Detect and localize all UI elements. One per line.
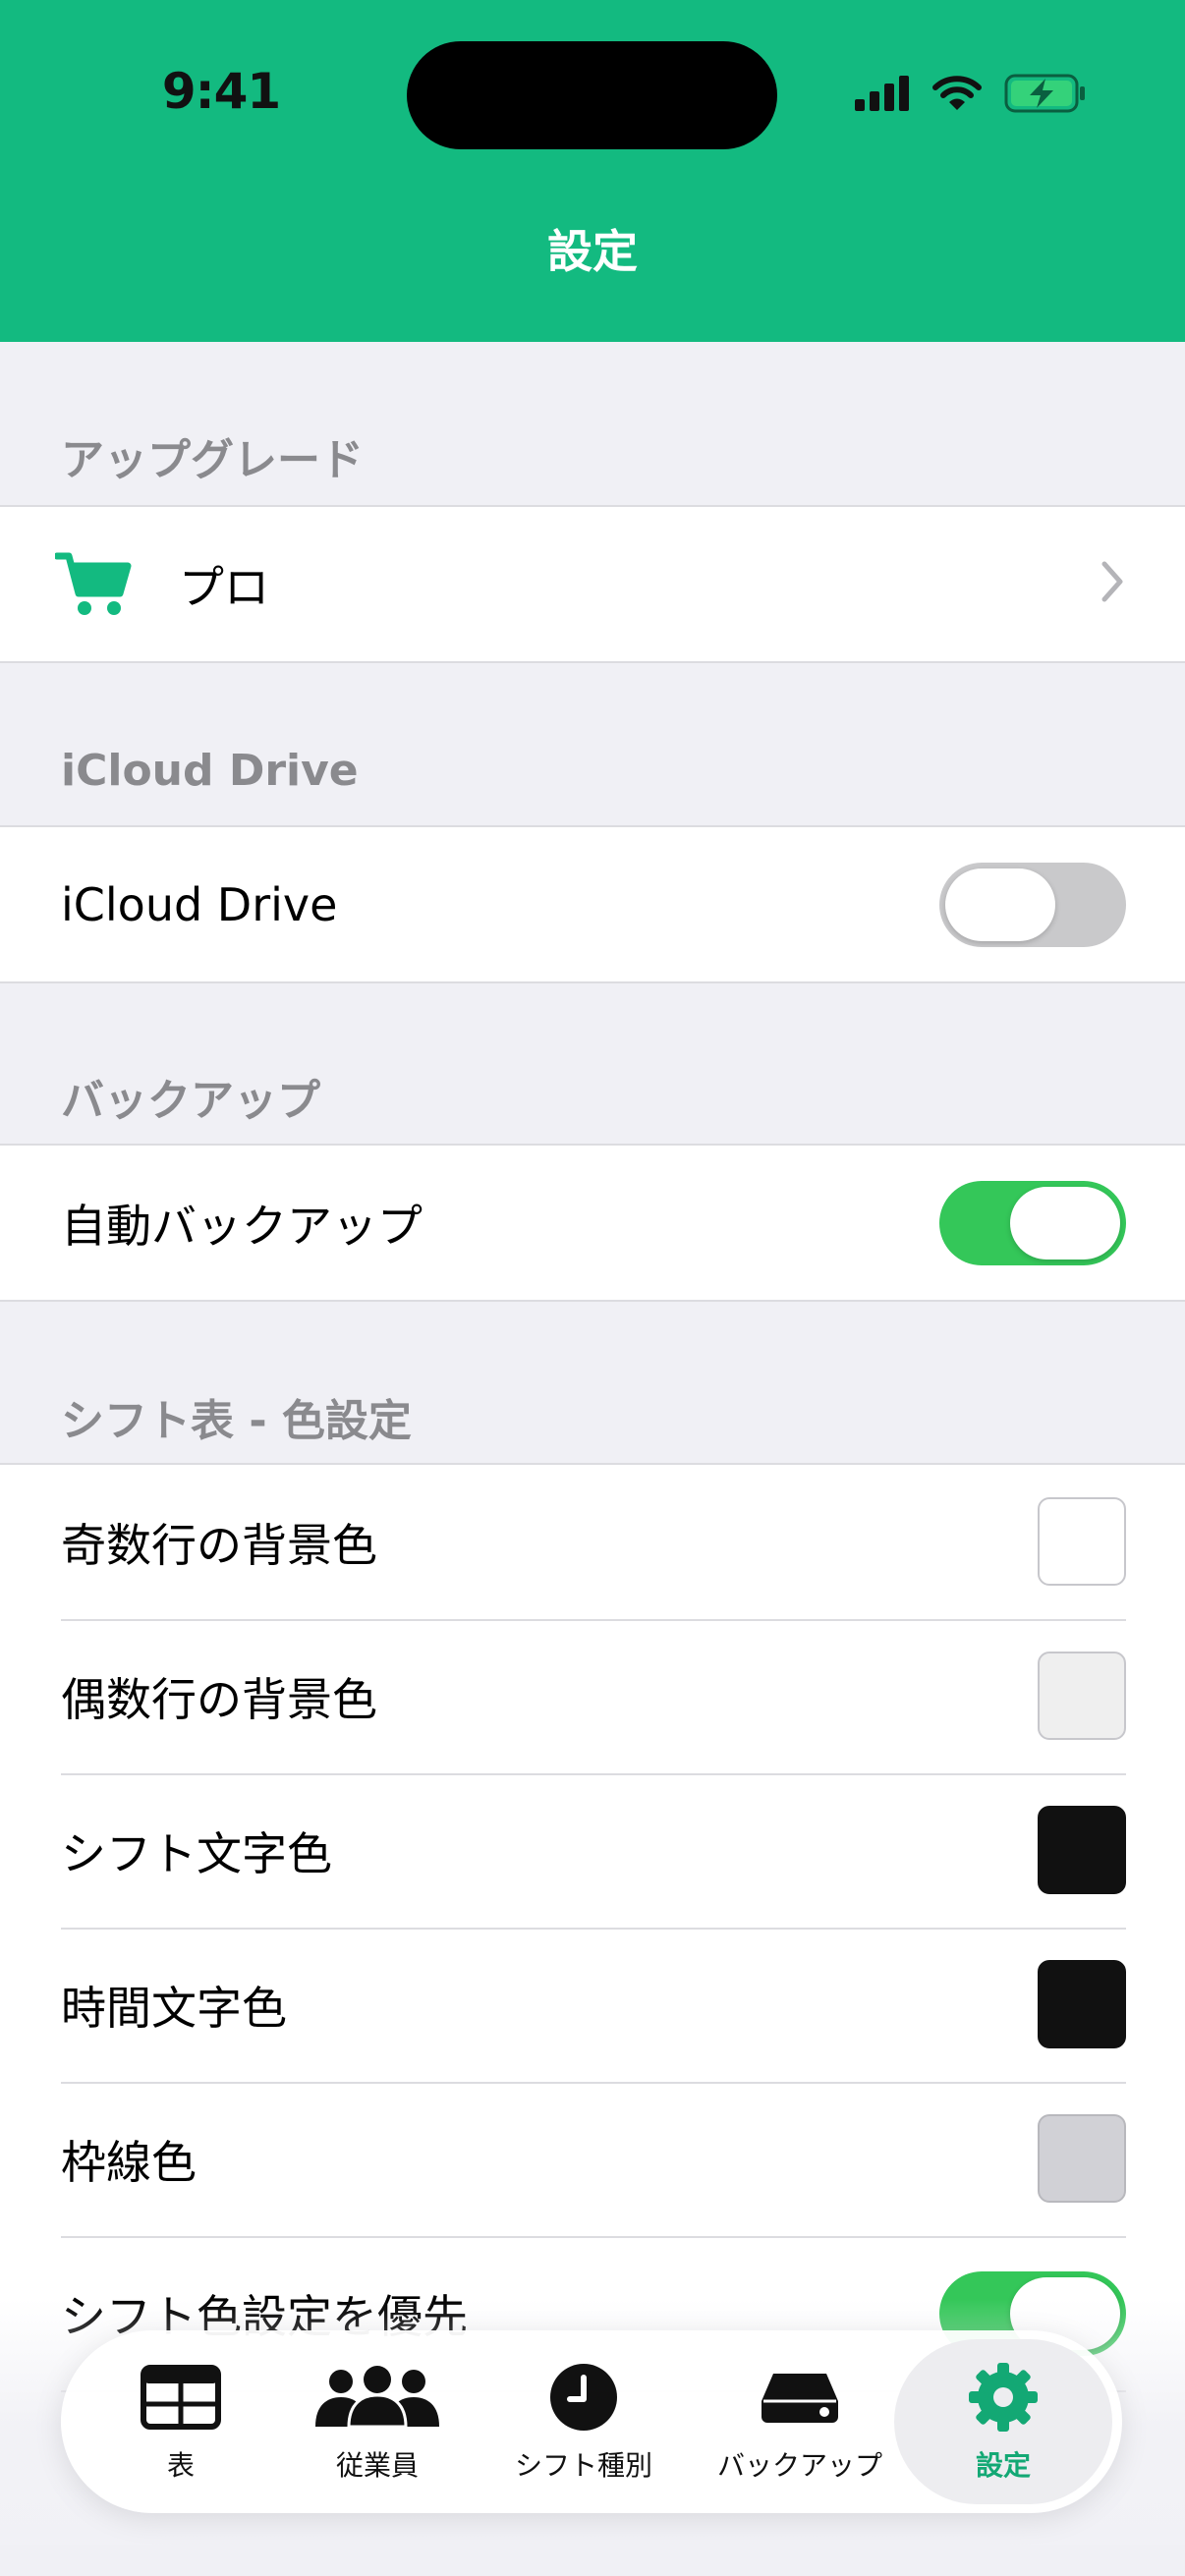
odd-row-bg-row[interactable]: 奇数行の背景色: [0, 1465, 1185, 1619]
border-color-swatch[interactable]: [1038, 2114, 1126, 2203]
upgrade-group: プロ: [0, 505, 1185, 663]
time-text-color-swatch[interactable]: [1038, 1960, 1126, 2048]
tab-bar: 表 従業員 シフト種別 バックアップ 設定: [61, 2330, 1122, 2513]
tab-backup[interactable]: バックアップ: [702, 2339, 898, 2504]
tab-table[interactable]: 表: [92, 2339, 269, 2504]
odd-row-bg-label: 奇数行の背景色: [61, 1518, 377, 1572]
pro-upgrade-row[interactable]: プロ: [0, 507, 1185, 661]
clock-icon: [550, 2364, 617, 2431]
auto-backup-toggle[interactable]: [939, 1181, 1126, 1265]
toggle-knob: [1010, 1187, 1120, 1260]
tab-label: 従業員: [335, 2449, 419, 2482]
tab-settings[interactable]: 設定: [894, 2339, 1112, 2504]
icloud-drive-label: iCloud Drive: [61, 877, 338, 931]
status-time: 9:41: [161, 63, 281, 120]
tab-label: シフト種別: [514, 2449, 652, 2482]
section-header-upgrade: アップグレード: [61, 435, 364, 485]
even-row-bg-label: 偶数行の背景色: [61, 1672, 377, 1726]
shift-text-color-row[interactable]: シフト文字色: [0, 1773, 1185, 1928]
cellular-signal-icon: [855, 76, 909, 111]
tab-shift-types[interactable]: シフト種別: [485, 2339, 682, 2504]
tab-label: バックアップ: [716, 2449, 882, 2482]
toggle-knob: [945, 868, 1055, 941]
table-icon: [141, 2365, 221, 2430]
drive-icon: [762, 2374, 838, 2423]
cart-icon: [55, 552, 132, 615]
tab-employees[interactable]: 従業員: [289, 2339, 466, 2504]
shift-text-color-swatch[interactable]: [1038, 1806, 1126, 1894]
dynamic-island: [407, 41, 777, 149]
navigation-header: 9:41 設定: [0, 0, 1185, 342]
shift-text-color-label: シフト文字色: [61, 1826, 332, 1880]
auto-backup-label: 自動バックアップ: [61, 1199, 423, 1253]
icloud-drive-row: iCloud Drive: [0, 827, 1185, 981]
icloud-drive-toggle[interactable]: [939, 863, 1126, 947]
battery-charging-icon: [1004, 74, 1085, 113]
odd-row-bg-swatch[interactable]: [1038, 1497, 1126, 1586]
status-icons: [855, 69, 1087, 118]
gear-icon: [969, 2363, 1038, 2432]
chevron-right-icon: [1101, 561, 1123, 602]
time-text-color-row[interactable]: 時間文字色: [0, 1928, 1185, 2082]
border-color-label: 枠線色: [61, 2135, 197, 2189]
even-row-bg-row[interactable]: 偶数行の背景色: [0, 1619, 1185, 1773]
section-header-backup: バックアップ: [61, 1076, 320, 1126]
tab-label: 表: [166, 2449, 195, 2482]
tab-label: 設定: [975, 2449, 1031, 2482]
even-row-bg-swatch[interactable]: [1038, 1652, 1126, 1740]
wifi-icon: [932, 76, 982, 110]
people-icon: [315, 2366, 439, 2429]
section-header-colors: シフト表 - 色設定: [61, 1396, 412, 1446]
icloud-group: iCloud Drive: [0, 825, 1185, 983]
pro-label: プロ: [179, 560, 269, 614]
backup-group: 自動バックアップ: [0, 1144, 1185, 1302]
border-color-row[interactable]: 枠線色: [0, 2082, 1185, 2236]
auto-backup-row: 自動バックアップ: [0, 1146, 1185, 1300]
page-title: 設定: [547, 225, 638, 278]
time-text-color-label: 時間文字色: [61, 1981, 287, 2035]
section-header-icloud: iCloud Drive: [61, 746, 359, 796]
